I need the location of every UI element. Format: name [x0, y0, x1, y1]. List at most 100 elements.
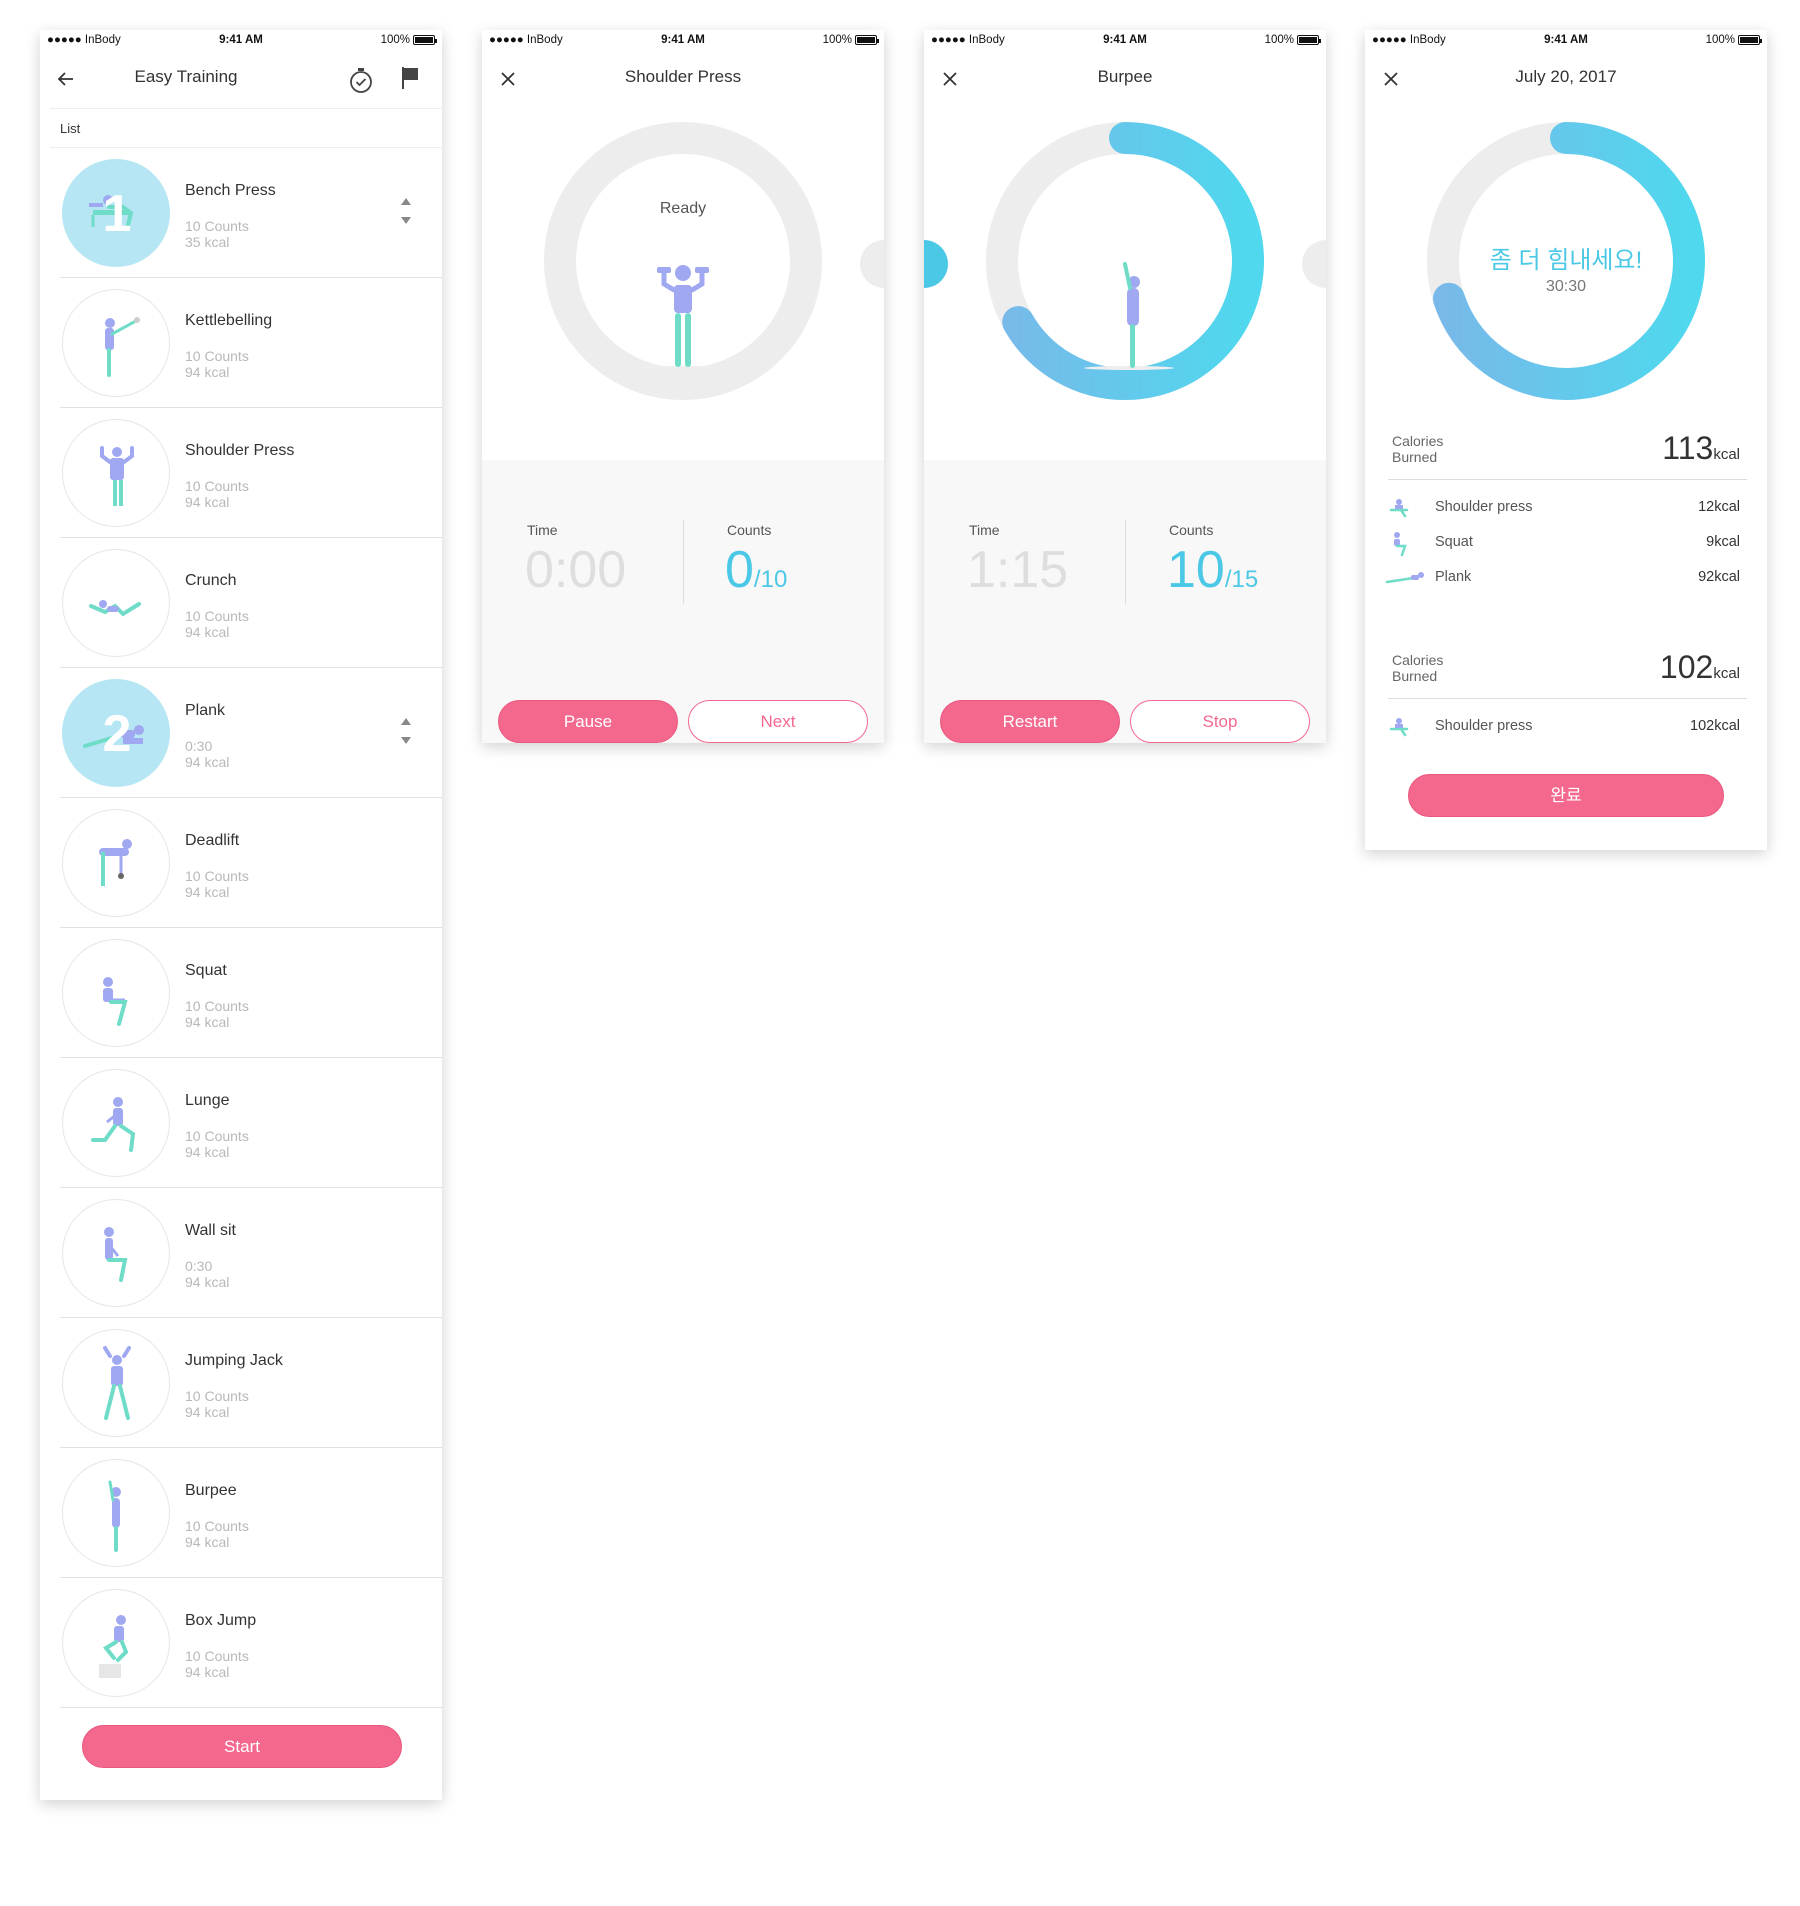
nav-bar: Shoulder Press [482, 52, 884, 106]
exercise-list-screen: ●●●●● InBody 9:41 AM 100% Easy Training … [40, 30, 442, 1800]
shoulder-press-figure-icon [638, 265, 728, 370]
reorder-handle-icon[interactable] [400, 196, 412, 226]
count-current: 0 [725, 541, 754, 599]
next-exercise-peek [860, 240, 884, 288]
exercise-row[interactable]: Shoulder Press 10 Counts 94 kcal [60, 408, 442, 538]
progress-ring [924, 122, 1326, 400]
count-value: 0/10 [725, 540, 787, 600]
exercise-row[interactable]: Wall sit 0:30 94 kcal [60, 1188, 442, 1318]
battery-icon [1738, 35, 1762, 45]
calorie-item: Shoulder press 102kcal [1385, 713, 1740, 739]
exercise-row[interactable]: Deadlift 10 Counts 94 kcal [60, 798, 442, 928]
exercise-amount: 10 Counts [185, 478, 249, 494]
start-button[interactable]: Start [82, 1725, 402, 1768]
stopwatch-icon[interactable] [348, 66, 374, 94]
calorie-item-name: Squat [1435, 534, 1473, 550]
calorie-item-name: Shoulder press [1435, 499, 1533, 515]
exercise-row[interactable]: 2 Plank 0:30 94 kcal [60, 668, 442, 798]
exercise-meta: 10 Counts 35 kcal [185, 218, 249, 250]
time-label: Time [969, 522, 1000, 538]
prev-exercise-peek [924, 240, 948, 288]
exercise-name: Crunch [185, 572, 237, 589]
exercise-mini-icon [1394, 532, 1407, 557]
stop-button[interactable]: Stop [1130, 700, 1310, 743]
time-value: 0:00 [525, 541, 627, 599]
order-number: 2 [102, 705, 132, 763]
exercise-meta: 10 Counts 94 kcal [185, 608, 249, 640]
exercise-mini-icon [1389, 718, 1409, 737]
exercise-row[interactable]: Lunge 10 Counts 94 kcal [60, 1058, 442, 1188]
pause-button[interactable]: Pause [498, 700, 678, 743]
status-bar: ●●●●● InBody 9:41 AM 100% [1365, 30, 1767, 52]
battery-indicator: 100% [1265, 34, 1321, 46]
exercise-name: Burpee [185, 1482, 237, 1499]
exercise-meta: 10 Counts 94 kcal [185, 868, 249, 900]
exercise-kcal: 94 kcal [185, 1014, 230, 1030]
exercise-figure-icon [62, 1329, 170, 1437]
calorie-item-value: 92kcal [1698, 569, 1740, 585]
exercise-row[interactable]: Kettlebelling 10 Counts 94 kcal [60, 278, 442, 408]
exercise-kcal: 94 kcal [185, 624, 230, 640]
count-current: 10 [1167, 541, 1225, 599]
next-button[interactable]: Next [688, 700, 868, 743]
calorie-item: Shoulder press 12kcal [1385, 494, 1740, 520]
ring-track [544, 122, 822, 400]
status-bar: ●●●●● InBody 9:41 AM 100% [924, 30, 1326, 52]
battery-icon [1297, 35, 1321, 45]
stats-divider [1125, 520, 1126, 604]
count-value: 10/15 [1167, 540, 1258, 600]
exercise-amount: 10 Counts [185, 868, 249, 884]
reorder-handle-icon[interactable] [400, 716, 412, 746]
exercise-meta: 10 Counts 94 kcal [185, 998, 249, 1030]
exercise-kcal: 94 kcal [185, 1274, 230, 1290]
exercise-row[interactable]: Crunch 10 Counts 94 kcal [60, 538, 442, 668]
calories-value: 113kcal [1662, 430, 1740, 467]
exercise-meta: 10 Counts 94 kcal [185, 478, 249, 510]
exercise-meta: 10 Counts 94 kcal [185, 1128, 249, 1160]
calories-value: 102kcal [1660, 649, 1740, 686]
calorie-item: Squat 9kcal [1385, 529, 1740, 557]
exercise-mini-icon [1385, 572, 1424, 584]
exercise-row[interactable]: Squat 10 Counts 94 kcal [60, 928, 442, 1058]
battery-indicator: 100% [381, 34, 437, 46]
exercise-amount: 10 Counts [185, 1388, 249, 1404]
page-title: Burpee [1097, 67, 1153, 86]
exercise-name: Squat [185, 962, 227, 979]
exercise-row[interactable]: 1 Bench Press 10 Counts 35 kcal [60, 148, 442, 278]
calories-number: 102 [1659, 649, 1714, 685]
battery-percent: 100% [1705, 34, 1735, 46]
exercise-name: Wall sit [185, 1222, 236, 1239]
exercise-name: Jumping Jack [185, 1352, 283, 1369]
exercise-list: 1 Bench Press 10 Counts 35 kcal Kettlebellin… [60, 148, 442, 1708]
time-value: 1:15 [967, 541, 1069, 599]
time-label: Time [527, 522, 558, 538]
restart-button[interactable]: Restart [940, 700, 1120, 743]
exercise-figure-icon [62, 809, 170, 917]
exercise-amount: 10 Counts [185, 1518, 249, 1534]
exercise-amount: 10 Counts [185, 348, 249, 364]
exercise-figure-icon: 2 [62, 679, 170, 787]
battery-indicator: 100% [1705, 34, 1762, 46]
flag-icon[interactable] [398, 65, 422, 89]
exercise-amount: 10 Counts [185, 218, 249, 234]
exercise-mini-icon [1389, 499, 1409, 518]
stats-panel: Time 0:00 Counts 0/10 Pause Next [482, 460, 884, 743]
page-title: Shoulder Press [624, 67, 742, 86]
exercise-name: Plank [185, 702, 226, 719]
exercise-kcal: 94 kcal [185, 1664, 230, 1680]
exercise-amount: 10 Counts [185, 1648, 249, 1664]
battery-indicator: 100% [823, 34, 879, 46]
exercise-row[interactable]: Box Jump 10 Counts 94 kcal [60, 1578, 442, 1708]
exercise-figure-icon [62, 549, 170, 657]
list-section-header: List [50, 108, 442, 148]
exercise-row[interactable]: Burpee 10 Counts 94 kcal [60, 1448, 442, 1578]
calories-unit: kcal [1713, 665, 1740, 682]
status-bar: ●●●●● InBody 9:41 AM 100% [40, 30, 442, 52]
calories-label: Calories Burned [1392, 433, 1444, 465]
calories-unit: kcal [1713, 446, 1740, 463]
page-title: July 20, 2017 [1515, 67, 1617, 86]
done-button[interactable]: 완료 [1408, 774, 1724, 817]
count-total: /10 [753, 566, 788, 593]
exercise-row[interactable]: Jumping Jack 10 Counts 94 kcal [60, 1318, 442, 1448]
calorie-item-value: 12kcal [1698, 499, 1740, 515]
